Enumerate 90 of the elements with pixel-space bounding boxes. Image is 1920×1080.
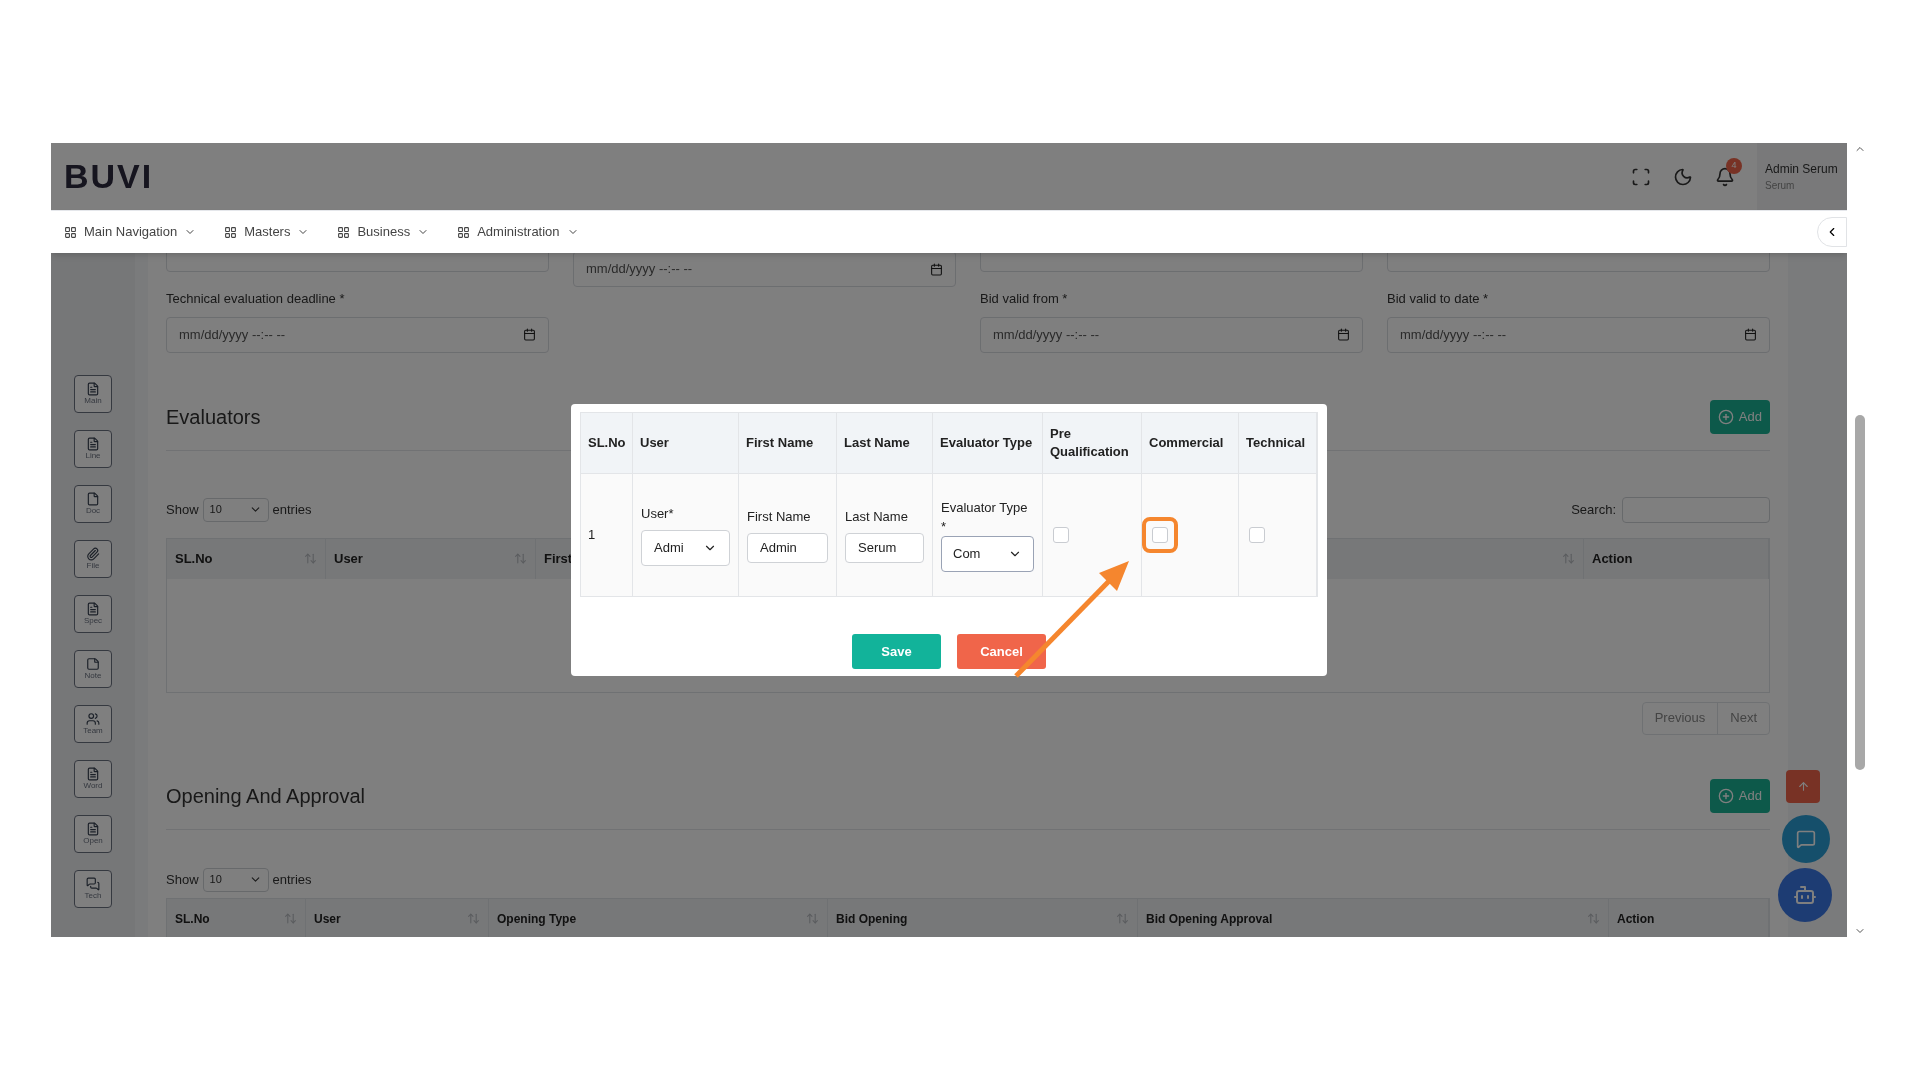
- nav-menu[interactable]: Masters: [224, 222, 310, 242]
- date-input[interactable]: mm/dd/yyyy --:-- --: [573, 253, 956, 287]
- fullscreen-icon[interactable]: [1631, 166, 1651, 187]
- text-input[interactable]: Admin: [747, 532, 828, 563]
- sort-icon[interactable]: [1116, 912, 1129, 925]
- column-header[interactable]: Action: [1609, 898, 1769, 937]
- sort-icon[interactable]: [304, 552, 317, 565]
- plus-circle-icon: [1717, 408, 1734, 425]
- column-header[interactable]: SL.No: [167, 898, 306, 937]
- text-input[interactable]: Serum: [845, 532, 924, 563]
- field-label: Technical evaluation deadline *: [166, 290, 346, 308]
- sort-icon[interactable]: [1587, 912, 1600, 925]
- show-label: Show: [166, 500, 199, 519]
- cancel-button[interactable]: Cancel: [957, 634, 1046, 669]
- chat-icon: [1796, 829, 1816, 849]
- checkbox[interactable]: [1152, 527, 1168, 543]
- side-tool-button[interactable]: Tech: [74, 870, 112, 908]
- grid-icon: [457, 225, 471, 239]
- field-label: Evaluator Type: [941, 499, 1029, 517]
- sort-icon[interactable]: [806, 912, 819, 925]
- pagination-button[interactable]: Previous: [1642, 702, 1718, 734]
- grid-icon: [224, 225, 238, 239]
- robot-icon: [1793, 883, 1817, 907]
- nav-menu[interactable]: Business: [337, 222, 430, 242]
- column-header[interactable]: Bid Opening: [828, 898, 1138, 937]
- grid-icon: [64, 225, 77, 239]
- collapse-button[interactable]: [1817, 217, 1847, 247]
- user-select[interactable]: Admi: [641, 529, 730, 566]
- column-header[interactable]: Bid Opening Approval: [1138, 898, 1609, 937]
- side-tool-button[interactable]: File: [74, 540, 112, 578]
- date-input[interactable]: mm/dd/yyyy --:-- --: [166, 316, 549, 353]
- section-title: Evaluators: [166, 404, 261, 430]
- field-label: Bid valid from *: [980, 290, 1069, 308]
- entries-label: entries: [272, 500, 312, 519]
- chat-button[interactable]: [1782, 815, 1830, 863]
- field-label: Last Name: [845, 508, 909, 527]
- calendar-icon: [1337, 328, 1350, 341]
- entries-select[interactable]: 10: [202, 497, 269, 522]
- show-label: Show: [166, 870, 199, 889]
- calendar-icon: [930, 262, 943, 276]
- side-tool-button[interactable]: Doc: [74, 485, 112, 523]
- search-label: Search:: [1571, 500, 1616, 519]
- scrollbar-thumb[interactable]: [1855, 415, 1865, 770]
- side-tool-button[interactable]: Line: [74, 430, 112, 468]
- side-tool-button[interactable]: Spec: [74, 595, 112, 633]
- search-field[interactable]: [1622, 496, 1770, 523]
- arrow-up-icon: [1796, 780, 1810, 793]
- scroll-top-button[interactable]: [1786, 770, 1820, 803]
- entries-label: entries: [272, 870, 312, 889]
- nav-menu[interactable]: Administration: [457, 222, 579, 242]
- side-tool-button[interactable]: Open: [74, 815, 112, 853]
- calendar-icon: [523, 328, 536, 341]
- field-label: Bid valid to date *: [1387, 290, 1490, 308]
- sort-icon[interactable]: [514, 552, 527, 565]
- calendar-icon: [1744, 328, 1757, 341]
- checkbox[interactable]: [1053, 527, 1069, 543]
- row-number: 1: [588, 526, 596, 545]
- grid-icon: [337, 225, 351, 239]
- column-header[interactable]: Opening Type: [489, 898, 828, 937]
- logo: BUVI: [64, 156, 154, 197]
- entries-select[interactable]: 10: [202, 867, 269, 892]
- column-header[interactable]: SL.No: [167, 538, 326, 579]
- required-mark: *: [941, 518, 948, 536]
- field-label: First Name: [747, 508, 812, 527]
- assistant-button[interactable]: [1778, 868, 1832, 922]
- date-input[interactable]: mm/dd/yyyy --:-- --: [980, 316, 1363, 353]
- side-tool-button[interactable]: Team: [74, 705, 112, 743]
- notification-icon[interactable]: [1715, 166, 1735, 187]
- section-title: Opening And Approval: [166, 783, 366, 809]
- add-button[interactable]: Add: [1709, 399, 1770, 434]
- side-tool-button[interactable]: Note: [74, 650, 112, 688]
- save-button[interactable]: Save: [852, 634, 941, 669]
- sort-icon[interactable]: [284, 912, 297, 925]
- moon-icon[interactable]: [1673, 166, 1693, 187]
- side-tool-button[interactable]: Main: [74, 375, 112, 413]
- evaluator-type-select[interactable]: Com: [941, 536, 1034, 572]
- date-input[interactable]: mm/dd/yyyy --:-- --: [1387, 316, 1770, 353]
- notification-badge: 4: [1726, 157, 1742, 174]
- sort-icon[interactable]: [1562, 552, 1575, 565]
- nav-menu[interactable]: Main Navigation: [64, 222, 197, 242]
- sort-icon[interactable]: [467, 912, 480, 925]
- plus-circle-icon: [1717, 787, 1734, 804]
- checkbox[interactable]: [1249, 527, 1265, 543]
- pagination-button[interactable]: Next: [1717, 702, 1769, 734]
- column-header[interactable]: User: [306, 898, 489, 937]
- column-header[interactable]: Action: [1584, 538, 1769, 579]
- column-header[interactable]: User: [326, 538, 536, 579]
- add-button[interactable]: Add: [1709, 778, 1770, 813]
- side-tool-button[interactable]: Word: [74, 760, 112, 798]
- field-label: User*: [641, 505, 675, 524]
